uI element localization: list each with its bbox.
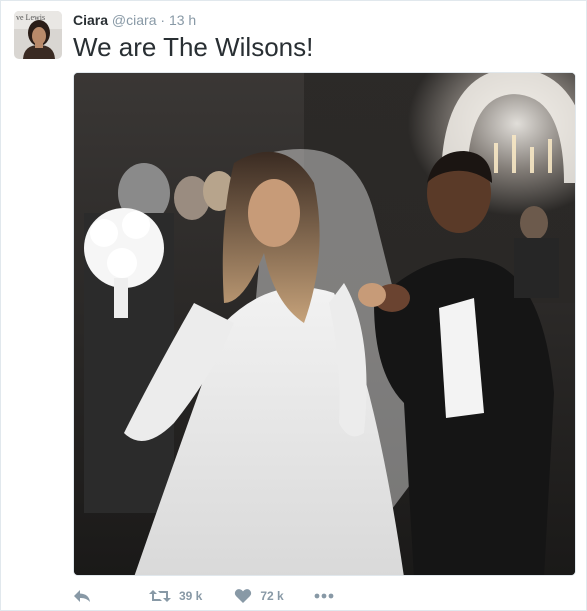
like-count: 72 k <box>260 589 284 603</box>
display-name[interactable]: Ciara <box>73 12 108 28</box>
reply-icon <box>74 590 90 602</box>
time-separator: · <box>160 12 166 28</box>
avatar[interactable]: ve Lewis <box>14 11 62 59</box>
tweet-card: ve Lewis Ciara @ciara · 13 h We are The … <box>0 0 587 611</box>
reply-button[interactable] <box>73 588 91 604</box>
heart-icon <box>235 589 252 603</box>
wedding-photo <box>74 73 575 575</box>
more-button[interactable] <box>314 593 334 599</box>
more-icon <box>314 593 334 599</box>
avatar-image: ve Lewis <box>14 11 62 59</box>
user-handle[interactable]: @ciara <box>112 12 157 28</box>
retweet-button[interactable]: 39 k <box>149 588 202 604</box>
tweet-photo[interactable] <box>73 72 576 576</box>
like-button[interactable]: 72 k <box>234 588 284 604</box>
tweet-text: We are The Wilsons! <box>73 32 314 62</box>
timestamp[interactable]: 13 h <box>169 12 196 28</box>
retweet-icon <box>149 590 171 602</box>
retweet-count: 39 k <box>179 589 203 603</box>
tweet-header: Ciara @ciara · 13 h <box>73 11 196 29</box>
tweet-actions: 39 k 72 k <box>73 586 334 606</box>
